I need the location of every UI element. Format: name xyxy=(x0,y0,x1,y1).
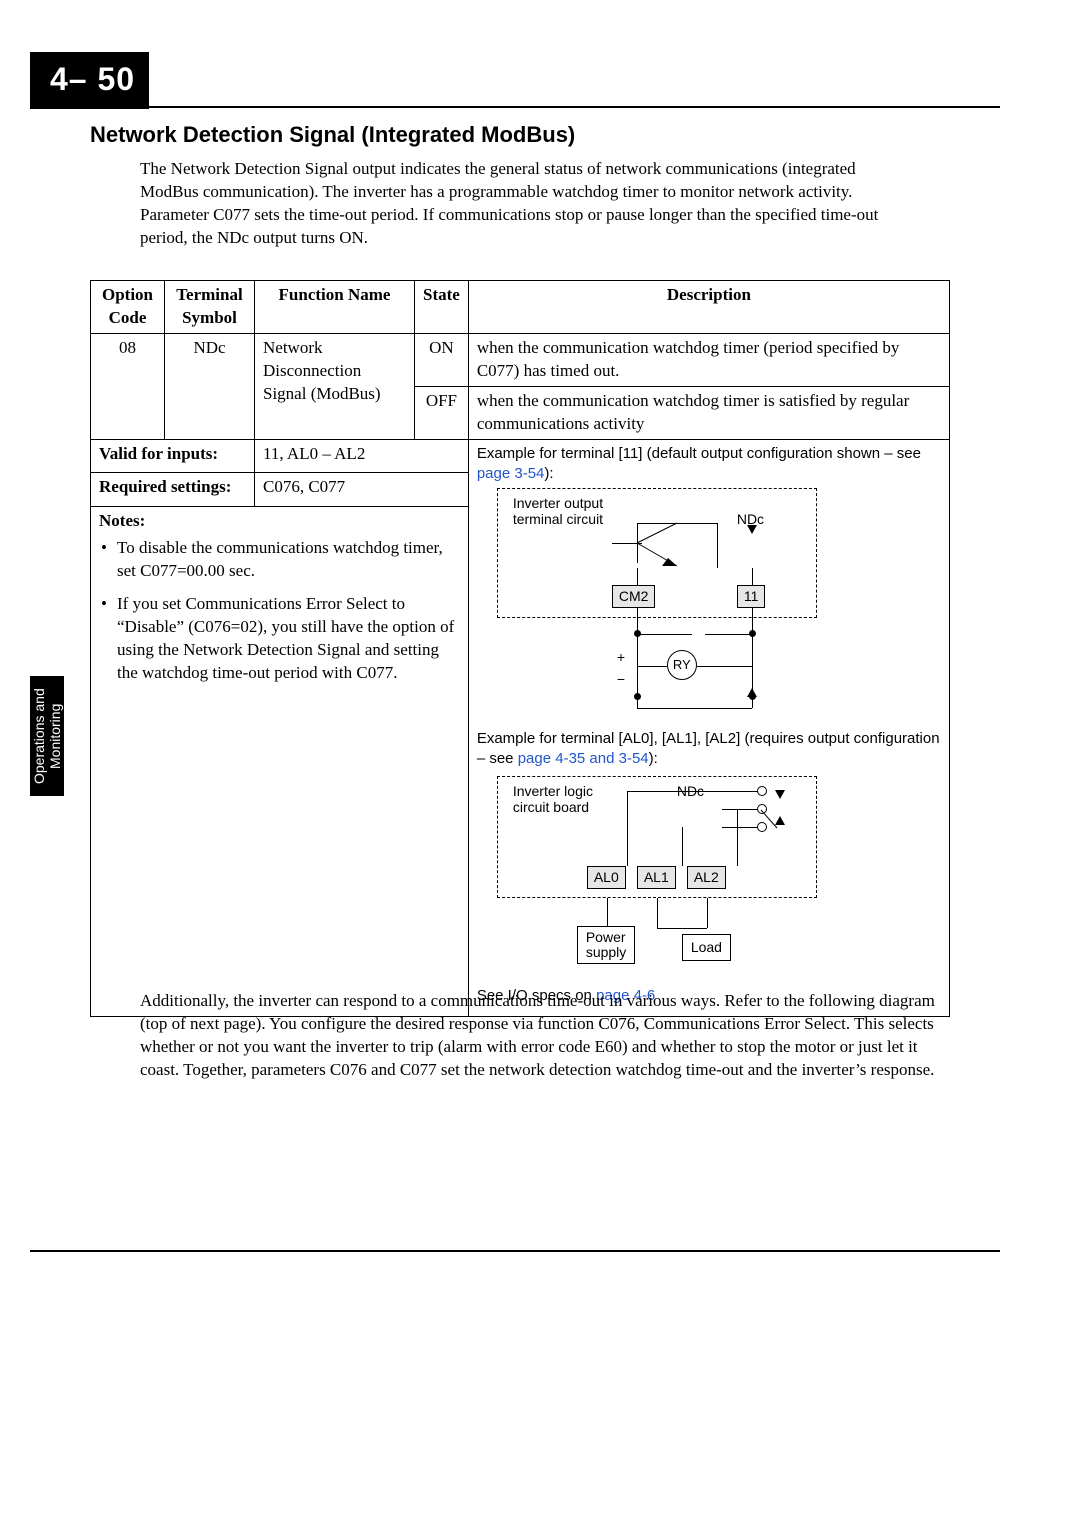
label-cm2: CM2 xyxy=(612,585,656,608)
cell-function-name: Network Disconnection Signal (ModBus) xyxy=(255,333,415,439)
th-description: Description xyxy=(468,281,949,334)
table-row: Valid for inputs: 11, AL0 – AL2 Example … xyxy=(91,439,950,473)
notes-label: Notes: xyxy=(99,511,145,530)
label-al0: AL0 xyxy=(587,866,626,889)
note-item: If you set Communications Error Select t… xyxy=(99,593,460,685)
intro-paragraph: The Network Detection Signal output indi… xyxy=(140,158,910,250)
example2-caption: Example for terminal [AL0], [AL1], [AL2]… xyxy=(477,729,941,770)
label-11: 11 xyxy=(737,585,766,608)
cell-required-settings-value: C076, C077 xyxy=(255,473,469,507)
relay-ry: RY xyxy=(667,650,697,680)
cell-valid-inputs-value: 11, AL0 – AL2 xyxy=(255,439,469,473)
cell-required-settings-label: Required settings: xyxy=(91,473,255,507)
table-header-row: Option Code Terminal Symbol Function Nam… xyxy=(91,281,950,334)
label-al2: AL2 xyxy=(687,866,726,889)
th-function-name: Function Name xyxy=(255,281,415,334)
side-tab: Operations and Monitoring xyxy=(30,676,64,796)
label-load: Load xyxy=(682,934,731,961)
footer-rule xyxy=(30,1250,1000,1252)
parameter-table: Option Code Terminal Symbol Function Nam… xyxy=(90,280,950,1017)
label-al1: AL1 xyxy=(637,866,676,889)
cell-example-diagrams: Example for terminal [11] (default outpu… xyxy=(468,439,949,1016)
cell-terminal-symbol: NDc xyxy=(165,333,255,439)
cell-desc-on: when the communication watchdog timer (p… xyxy=(468,333,949,386)
diagram-terminal-11: Inverter output terminal circuit NDc CM2… xyxy=(477,488,847,723)
cell-option-code: 08 xyxy=(91,333,165,439)
cell-valid-inputs-label: Valid for inputs: xyxy=(91,439,255,473)
link-page-3-54[interactable]: page 3-54 xyxy=(477,465,545,482)
cell-state-off: OFF xyxy=(415,386,469,439)
table-row: 08 NDc Network Disconnection Signal (Mod… xyxy=(91,333,950,386)
th-option-code: Option Code xyxy=(91,281,165,334)
diagram-terminal-al: Inverter logic circuit board NDc xyxy=(477,776,847,976)
cell-desc-off: when the communication watchdog timer is… xyxy=(468,386,949,439)
note-item: To disable the communications watchdog t… xyxy=(99,537,460,583)
example1-caption: Example for terminal [11] (default outpu… xyxy=(477,444,941,485)
th-terminal-symbol: Terminal Symbol xyxy=(165,281,255,334)
th-state: State xyxy=(415,281,469,334)
header-rule xyxy=(30,106,1000,108)
section-heading: Network Detection Signal (Integrated Mod… xyxy=(90,120,575,150)
cell-notes: Notes: To disable the communications wat… xyxy=(91,506,469,1016)
link-page-4-35-3-54[interactable]: page 4-35 and 3-54 xyxy=(518,750,649,767)
closing-paragraph: Additionally, the inverter can respond t… xyxy=(140,990,940,1082)
cell-state-on: ON xyxy=(415,333,469,386)
page-number: 4– 50 xyxy=(30,52,149,109)
label-power-supply: Powersupply xyxy=(577,926,635,965)
